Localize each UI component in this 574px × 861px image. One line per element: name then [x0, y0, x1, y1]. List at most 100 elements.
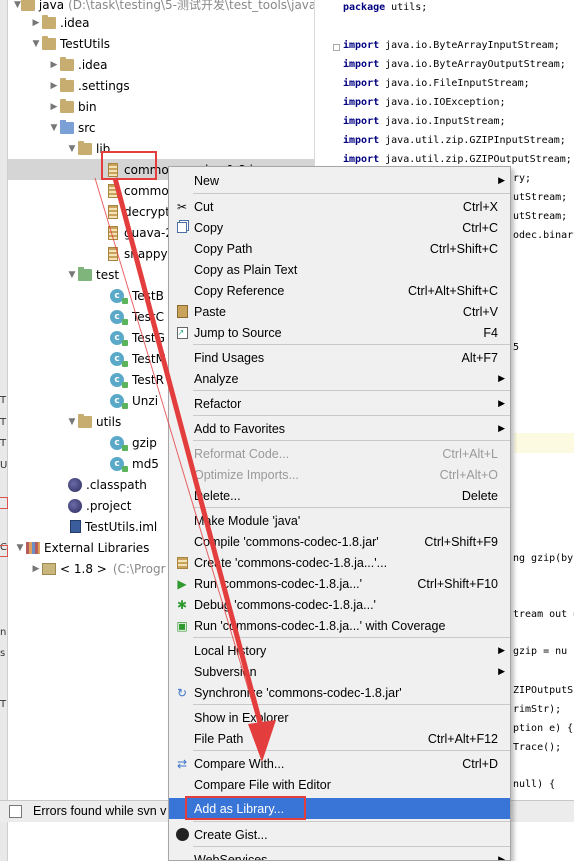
sdk-icon	[42, 562, 56, 575]
menu-item-shortcut: Ctrl+Alt+F12	[427, 731, 498, 746]
tree-item-idea-sub[interactable]: ▶ .idea	[8, 54, 314, 75]
menu-item-find-usages[interactable]: Find Usages Alt+F7	[169, 347, 510, 368]
menu-item-show-in-explorer[interactable]: Show in Explorer	[169, 707, 510, 728]
menu-item-file-path[interactable]: File Path Ctrl+Alt+F12	[169, 728, 510, 749]
menu-item-label: Paste	[194, 304, 226, 319]
menu-item-delete[interactable]: Delete... Delete	[169, 485, 510, 506]
tree-item-testutils[interactable]: ▼ TestUtils	[8, 33, 314, 54]
menu-item-add-as-library[interactable]: Add as Library...	[169, 798, 510, 819]
code-fragment: rimStr);	[513, 704, 562, 715]
status-text[interactable]: Errors found while svn v	[33, 804, 166, 818]
menu-item-create-gist[interactable]: Create Gist...	[169, 824, 510, 845]
tree-item-label: commo	[124, 183, 169, 198]
tree-item-label: java	[38, 0, 65, 12]
gutter-mark: U	[0, 460, 8, 471]
expand-arrow-icon[interactable]: ▼	[14, 543, 26, 553]
expand-arrow-icon[interactable]: ▼	[66, 144, 78, 154]
menu-item-jump-to-source[interactable]: ↗ Jump to Source F4	[169, 322, 510, 343]
sync-icon: ↻	[176, 685, 188, 700]
expand-arrow-icon[interactable]: ▶	[30, 18, 42, 28]
tree-item-label: bin	[78, 99, 97, 114]
code-fragment: 5	[513, 342, 520, 353]
menu-item-label: Copy Reference	[194, 283, 285, 298]
jar-icon	[108, 246, 118, 261]
menu-item-label: Cut	[194, 199, 214, 214]
menu-item-synchronize[interactable]: ↻ Synchronize 'commons-codec-1.8.jar'	[169, 682, 510, 703]
folder-icon	[42, 14, 56, 29]
menu-item-shortcut: Ctrl+D	[462, 756, 498, 771]
menu-item-compile[interactable]: Compile 'commons-codec-1.8.jar' Ctrl+Shif…	[169, 531, 510, 552]
jar-icon	[108, 162, 118, 177]
context-menu[interactable]: New ▶ ✂ Cut Ctrl+X Copy Ctrl+C Copy Path Ctrl…	[168, 166, 511, 861]
tree-item-label: .settings	[78, 78, 130, 93]
code-line: import java.util.zip.GZIPOutputStream;	[343, 154, 572, 165]
tree-item-lib[interactable]: ▼ lib	[8, 138, 314, 159]
java-class-icon: c	[110, 330, 128, 346]
tree-item-label: utils	[96, 414, 122, 429]
menu-item-cut[interactable]: ✂ Cut Ctrl+X	[169, 196, 510, 217]
menu-item-shortcut: Ctrl+Alt+O	[439, 467, 498, 482]
gutter-error-marker	[0, 545, 8, 557]
coverage-icon: ▣	[176, 618, 188, 633]
tree-item-label: TestG	[132, 330, 165, 345]
tree-item-settings[interactable]: ▶ .settings	[8, 75, 314, 96]
menu-item-subversion[interactable]: Subversion ▶	[169, 661, 510, 682]
menu-item-copy-reference[interactable]: Copy Reference Ctrl+Alt+Shift+C	[169, 280, 510, 301]
jar-icon	[108, 204, 118, 219]
menu-item-compare-with[interactable]: ⇄ Compare With... Ctrl+D	[169, 753, 510, 774]
code-fragment: Trace();	[513, 742, 562, 753]
menu-item-webservices[interactable]: WebServices ▶	[169, 849, 510, 861]
menu-item-debug[interactable]: ✱ Debug 'commons-codec-1.8.ja...'	[169, 594, 510, 615]
expand-arrow-icon[interactable]: ▼	[30, 39, 42, 49]
gutter-mark: T	[0, 699, 7, 710]
tree-item-label: TestR	[132, 372, 164, 387]
menu-item-local-history[interactable]: Local History ▶	[169, 640, 510, 661]
java-class-icon: c	[110, 372, 128, 388]
submenu-arrow-icon: ▶	[498, 854, 505, 861]
tree-item-idea[interactable]: ▶ .idea	[8, 12, 314, 33]
menu-item-add-to-favorites[interactable]: Add to Favorites ▶	[169, 418, 510, 439]
folder-icon	[60, 98, 74, 113]
expand-arrow-icon[interactable]: ▼	[66, 417, 78, 427]
tree-item-label: TestUtils.iml	[85, 519, 158, 534]
submenu-arrow-icon: ▶	[498, 373, 505, 383]
tool-window-toggle-icon[interactable]	[9, 805, 22, 818]
tree-item-src[interactable]: ▼ src	[8, 117, 314, 138]
expand-arrow-icon[interactable]: ▶	[48, 102, 60, 112]
github-icon	[174, 827, 190, 842]
menu-item-copy-plain-text[interactable]: Copy as Plain Text	[169, 259, 510, 280]
menu-item-label: Jump to Source	[194, 325, 282, 340]
expand-arrow-icon[interactable]: ▼	[66, 270, 78, 280]
tree-item-path: (C:\Progr	[112, 561, 166, 576]
java-class-icon: c	[110, 456, 128, 472]
menu-item-refactor[interactable]: Refactor ▶	[169, 393, 510, 414]
submenu-arrow-icon: ▶	[498, 423, 505, 433]
menu-separator	[193, 193, 510, 194]
fold-marker-icon[interactable]	[333, 44, 340, 51]
expand-arrow-icon[interactable]: ▶	[48, 60, 60, 70]
menu-item-run[interactable]: ▶ Run 'commons-codec-1.8.ja...' Ctrl+Shift…	[169, 573, 510, 594]
menu-item-label: Add to Favorites	[194, 421, 286, 436]
menu-item-compare-file-with-editor[interactable]: Compare File with Editor	[169, 774, 510, 795]
tree-item-bin[interactable]: ▶ bin	[8, 96, 314, 117]
expand-arrow-icon[interactable]: ▶	[30, 564, 42, 574]
menu-item-copy[interactable]: Copy Ctrl+C	[169, 217, 510, 238]
menu-item-paste[interactable]: Paste Ctrl+V	[169, 301, 510, 322]
folder-icon	[60, 56, 74, 71]
folder-icon	[42, 35, 56, 50]
tree-item-label: .idea	[60, 15, 90, 30]
menu-item-run-coverage[interactable]: ▣ Run 'commons-codec-1.8.ja...' with Cove…	[169, 615, 510, 636]
menu-separator	[193, 704, 510, 705]
expand-arrow-icon[interactable]: ▼	[48, 123, 60, 133]
menu-item-make-module[interactable]: Make Module 'java'	[169, 510, 510, 531]
menu-separator	[193, 637, 510, 638]
menu-item-copy-path[interactable]: Copy Path Ctrl+Shift+C	[169, 238, 510, 259]
expand-arrow-icon[interactable]: ▶	[48, 81, 60, 91]
menu-item-create-run-config[interactable]: Create 'commons-codec-1.8.ja...'...	[169, 552, 510, 573]
menu-item-analyze[interactable]: Analyze ▶	[169, 368, 510, 389]
menu-item-shortcut: Ctrl+Shift+F10	[417, 576, 498, 591]
code-fragment: gzip = nu	[513, 646, 568, 657]
menu-item-label: Copy Path	[194, 241, 253, 256]
expand-arrow-icon[interactable]: ▼	[14, 0, 21, 10]
menu-item-new[interactable]: New ▶	[169, 170, 510, 191]
